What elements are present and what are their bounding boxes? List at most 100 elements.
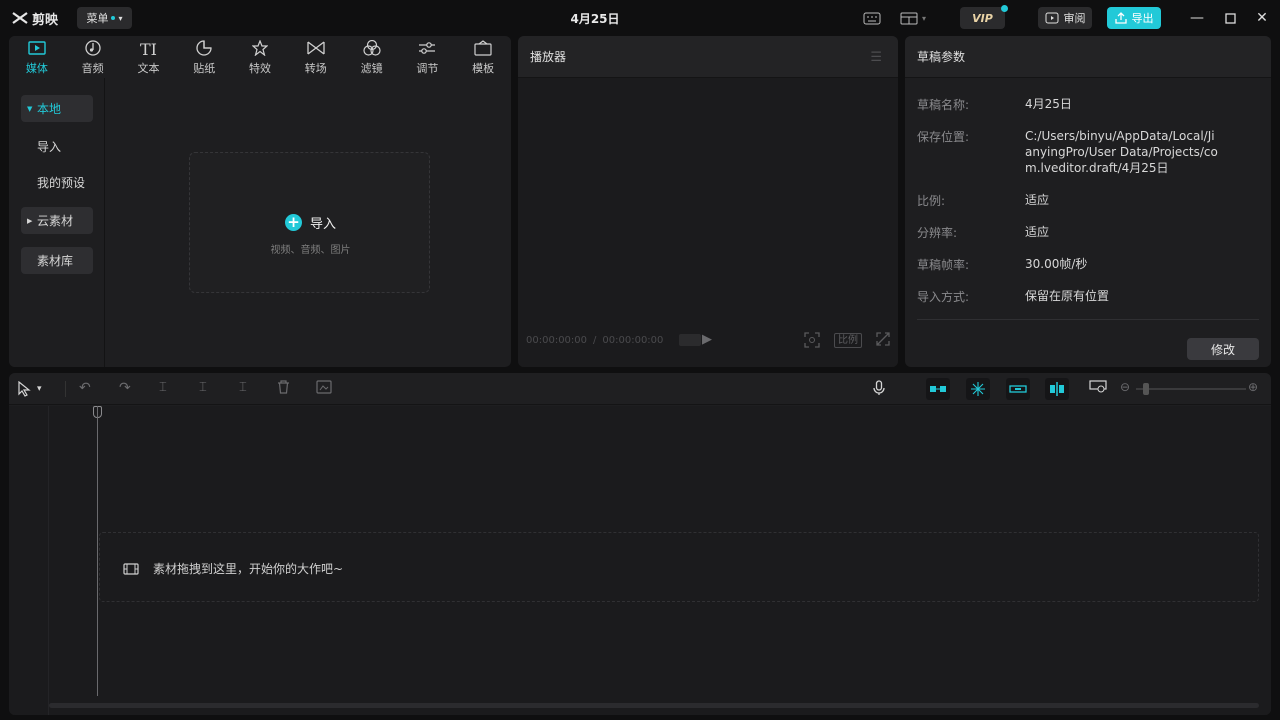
auto-snap-icon[interactable]	[966, 378, 990, 400]
resolution-label: 分辨率:	[917, 226, 958, 240]
app-name: 剪映	[32, 12, 59, 28]
sidebar-item-cloud[interactable]: ▶ 云素材	[21, 207, 93, 234]
tab-adjust[interactable]: 调节	[399, 36, 455, 78]
resolution-value: 适应	[1025, 225, 1050, 239]
caret-down-icon: ▼	[27, 104, 33, 113]
export-button[interactable]: 导出	[1107, 7, 1161, 29]
review-button[interactable]: 审阅	[1038, 7, 1092, 29]
import-label: 导入	[309, 217, 336, 232]
chevron-down-icon: ▾	[37, 384, 42, 394]
tab-effects[interactable]: 特效	[232, 36, 288, 78]
tab-audio[interactable]: 音频	[65, 36, 121, 78]
sidebar-item-label: 导入	[37, 140, 62, 154]
redo-icon[interactable]: ↷	[119, 380, 131, 398]
linkage-icon[interactable]	[1006, 378, 1030, 400]
trim-right-icon[interactable]: ⌶	[239, 380, 247, 398]
vip-notification-dot	[1001, 5, 1008, 12]
vip-badge[interactable]: VIP	[960, 5, 1008, 29]
media-panel: 媒体 音频 TI 文本 贴纸 特效 转场 滤镜 调节 模板 ▼ 本地 导入 我的…	[9, 36, 511, 367]
ratio-value: 适应	[1025, 193, 1050, 207]
close-icon[interactable]: ✕	[1253, 9, 1271, 27]
sidebar-item-presets[interactable]: 我的预设	[21, 169, 93, 196]
aspect-ratio-button[interactable]: 比例	[834, 333, 862, 348]
timeline-toolbar: ▾ ↶ ↷ ⌶ ⌶ ⌶ ⊖ ⊕	[9, 373, 1271, 405]
tab-label: 滤镜	[360, 62, 383, 75]
delete-icon[interactable]	[277, 380, 290, 398]
media-sidebar: ▼ 本地 导入 我的预设 ▶ 云素材 素材库	[9, 78, 105, 367]
tab-label: 调节	[416, 62, 439, 75]
time-format-toggle[interactable]	[679, 334, 702, 346]
edit-button[interactable]: 修改	[1187, 338, 1259, 360]
timeline-panel: ▾ ↶ ↷ ⌶ ⌶ ⌶ ⊖ ⊕ 素材拖拽到这里，开始你的大作吧~	[9, 373, 1271, 715]
chevron-down-icon: ▾	[921, 13, 926, 23]
keyboard-shortcut-icon[interactable]	[862, 9, 882, 27]
tab-sticker[interactable]: 贴纸	[176, 36, 232, 78]
draft-name-value: 4月25日	[1025, 97, 1072, 111]
draft-header: 草稿参数	[905, 36, 1271, 78]
sidebar-item-label: 云素材	[37, 214, 74, 228]
horizontal-scrollbar[interactable]	[49, 703, 1259, 708]
plus-icon: +	[284, 214, 302, 231]
tab-label: 特效	[249, 62, 272, 75]
undo-icon[interactable]: ↶	[79, 380, 91, 398]
total-time: 00:00:00:00	[602, 334, 664, 346]
hamburger-menu-icon[interactable]: ☰	[870, 50, 882, 65]
title-bar: 剪映 菜单 ▾ 4月25日 ▾ VIP 审阅 导出 — ✕	[0, 0, 1280, 36]
fullscreen-icon[interactable]	[876, 332, 890, 350]
player-panel: 播放器 ☰ 00:00:00:00 / 00:00:00:00 ▶ 比例	[518, 36, 898, 367]
tab-text[interactable]: TI 文本	[121, 36, 177, 78]
tab-label: 媒体	[25, 62, 48, 75]
media-icon	[28, 40, 46, 60]
player-title: 播放器	[530, 50, 567, 64]
split-icon[interactable]: ⌶	[159, 380, 167, 398]
review-icon	[1045, 12, 1058, 24]
freeze-frame-icon[interactable]	[316, 380, 332, 398]
trim-left-icon[interactable]: ⌶	[199, 380, 207, 398]
import-drop-zone[interactable]: + 导入 视频、音频、图片	[189, 152, 430, 293]
sidebar-item-label: 我的预设	[37, 176, 86, 190]
tab-transition[interactable]: 转场	[288, 36, 344, 78]
tab-media[interactable]: 媒体	[9, 36, 65, 78]
select-tool-button[interactable]: ▾	[17, 380, 42, 398]
fit-view-icon[interactable]	[804, 332, 820, 352]
layout-menu-button[interactable]: ▾	[896, 9, 930, 27]
save-location-value: C:/Users/binyu/AppData/Local/JianyingPro…	[1025, 129, 1218, 175]
chevron-down-icon: ▾	[118, 13, 123, 23]
sidebar-item-library[interactable]: 素材库	[21, 247, 93, 274]
sidebar-item-label: 素材库	[37, 254, 74, 268]
current-time: 00:00:00:00	[526, 334, 588, 346]
time-separator: /	[593, 334, 597, 346]
menu-label: 菜单	[86, 12, 109, 25]
track-header-column	[9, 406, 49, 715]
draft-name-label: 草稿名称:	[917, 98, 970, 112]
sidebar-item-import[interactable]: 导入	[21, 133, 93, 160]
maximize-icon[interactable]	[1221, 9, 1239, 27]
play-icon[interactable]: ▶	[702, 332, 712, 347]
sidebar-item-local[interactable]: ▼ 本地	[21, 95, 93, 122]
import-button[interactable]: + 导入	[190, 213, 431, 232]
tab-label: 模板	[472, 62, 495, 75]
minimize-icon[interactable]: —	[1188, 9, 1206, 27]
transition-icon	[307, 40, 325, 60]
player-header: 播放器 ☰	[518, 36, 898, 78]
framerate-label: 草稿帧率:	[917, 258, 970, 272]
zoom-slider-track[interactable]	[1136, 388, 1246, 390]
timeline-zoom-fit-icon[interactable]	[1089, 380, 1107, 398]
menu-button[interactable]: 菜单 ▾	[77, 7, 132, 29]
playhead-line[interactable]	[97, 406, 98, 696]
player-viewport	[518, 78, 898, 367]
preview-axis-icon[interactable]	[1045, 378, 1069, 400]
draft-title: 草稿参数	[917, 50, 966, 64]
tab-template[interactable]: 模板	[455, 36, 511, 78]
zoom-out-icon[interactable]: ⊖	[1120, 380, 1130, 398]
export-label: 导出	[1131, 12, 1154, 25]
app-logo: 剪映	[12, 9, 59, 28]
main-track-magnet-icon[interactable]	[926, 378, 950, 400]
import-mode-value: 保留在原有位置	[1025, 289, 1110, 303]
effects-icon	[251, 39, 269, 60]
zoom-slider-handle[interactable]	[1143, 383, 1149, 395]
microphone-icon[interactable]	[873, 380, 885, 398]
zoom-in-icon[interactable]: ⊕	[1248, 380, 1258, 398]
capcut-logo-icon	[12, 12, 28, 24]
tab-filter[interactable]: 滤镜	[344, 36, 400, 78]
